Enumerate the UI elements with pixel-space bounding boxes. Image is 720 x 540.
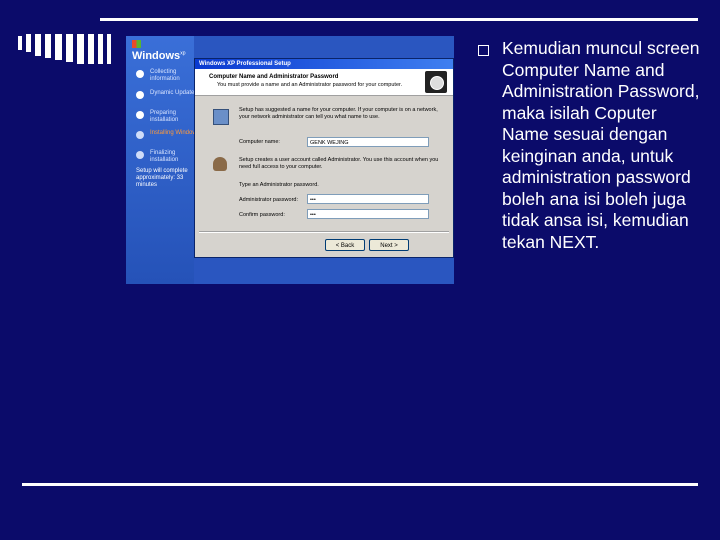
dialog-title: Windows XP Professional Setup [195,59,453,69]
setup-sidebar: Windowsxp Collecting information Dynamic… [126,36,200,284]
step-current-icon [136,131,144,139]
computer-name-input[interactable]: GENK WEJING [307,137,429,147]
computer-name-info: Setup has suggested a name for your comp… [239,107,438,120]
bottom-rule [22,483,698,486]
dialog-separator [199,231,449,233]
time-estimate: Setup will complete approximately: 33 mi… [136,168,188,188]
slide-bullet-text: Kemudian muncul screen Computer Name and… [502,38,700,252]
admin-password-label: Administrator password: [239,197,298,203]
admin-account-info: Setup creates a user account called Admi… [239,157,439,170]
dialog-subheading: You must provide a name and an Administr… [217,82,403,88]
next-button[interactable]: Next > [369,239,409,251]
computer-name-label: Computer name: [239,139,280,145]
setup-dialog: Windows XP Professional Setup Computer N… [194,58,454,258]
user-icon [213,157,227,171]
windows-xp-logo: Windowsxp [132,38,194,62]
setup-screenshot: Windowsxp Collecting information Dynamic… [126,36,454,284]
confirm-password-input[interactable]: ••• [307,209,429,219]
step-done-icon [136,70,144,78]
password-prompt: Type an Administrator password. [239,182,319,188]
dialog-header: Computer Name and Administrator Password… [195,69,453,96]
confirm-password-label: Confirm password: [239,212,285,218]
windows-flag-icon [132,40,141,49]
step-done-icon [136,91,144,99]
step-done-icon [136,111,144,119]
bullet-icon [478,45,489,56]
admin-password-input[interactable]: ••• [307,194,429,204]
back-button[interactable]: < Back [325,239,365,251]
computer-icon [213,109,229,125]
dialog-heading: Computer Name and Administrator Password [209,74,339,80]
step-pending-icon [136,151,144,159]
top-rule [100,18,698,21]
cd-icon [425,71,447,93]
